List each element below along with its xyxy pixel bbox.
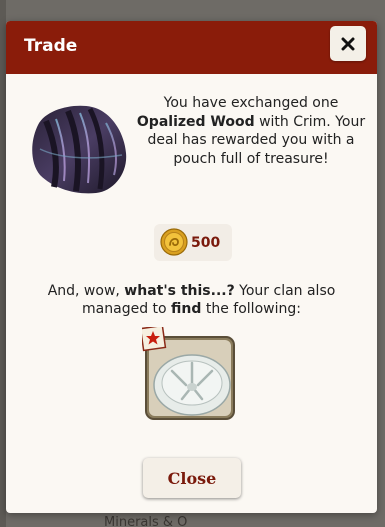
found-message: And, wow, what's this...? Your clan also…: [26, 282, 357, 318]
gold-coin-icon: [160, 228, 188, 256]
reward-amount: 500: [191, 235, 221, 251]
found-highlight-2: find: [171, 301, 202, 317]
background-text: Minerals & O: [104, 515, 188, 527]
trade-message: You have exchanged one Opalized Wood wit…: [134, 94, 368, 168]
close-button[interactable]: Close: [143, 458, 241, 498]
close-icon: [341, 37, 355, 50]
message-text: You have exchanged one: [163, 95, 339, 111]
trade-dialog: Trade You have exchanged one Opalized Wo…: [6, 21, 377, 513]
coin-reward: 500: [154, 224, 232, 261]
item-name: Opalized Wood: [136, 113, 255, 130]
dialog-title: Trade: [24, 36, 78, 56]
sand-dollar-icon: [142, 327, 235, 420]
found-highlight-1: what's this...?: [124, 283, 235, 299]
dialog-header: Trade: [6, 21, 377, 74]
found-text-3: the following:: [201, 301, 301, 317]
close-icon-button[interactable]: [330, 26, 366, 61]
found-text-1: And, wow,: [47, 283, 125, 299]
opalized-wood-icon: [32, 105, 127, 194]
